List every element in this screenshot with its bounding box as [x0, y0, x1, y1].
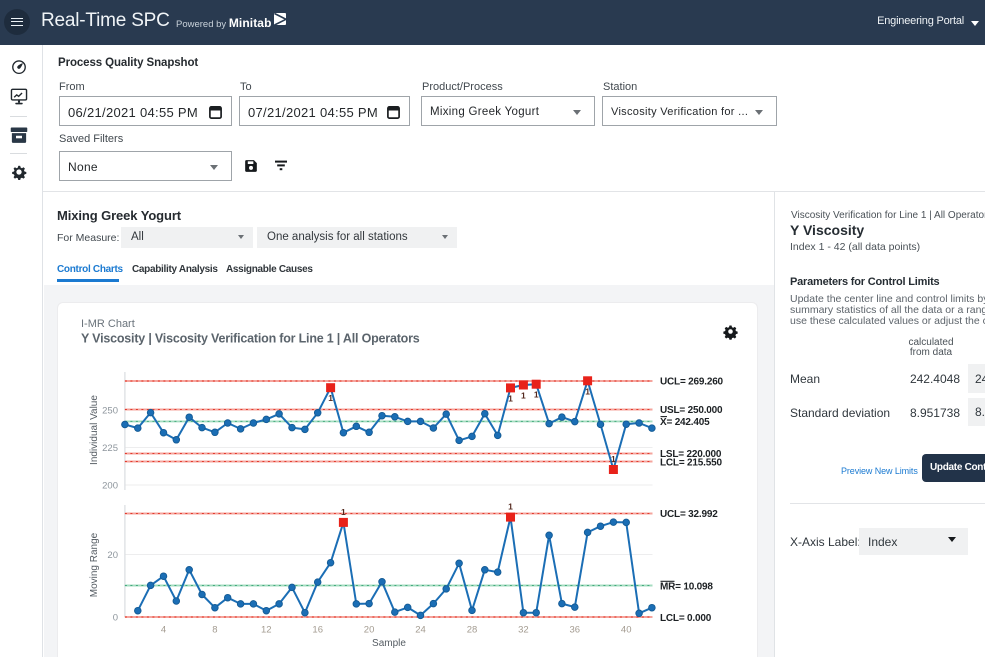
- svg-text:UCL= 32.992: UCL= 32.992: [660, 509, 718, 520]
- svg-text:1: 1: [508, 393, 513, 403]
- svg-text:40: 40: [621, 625, 632, 636]
- svg-text:1: 1: [585, 386, 590, 396]
- svg-text:12: 12: [261, 625, 272, 636]
- svg-text:LCL= 0.000: LCL= 0.000: [660, 613, 712, 624]
- svg-text:Y Viscosity | Viscosity Verifi: Y Viscosity | Viscosity Verification for…: [81, 332, 420, 346]
- svg-text:X= 242.405: X= 242.405: [660, 417, 710, 428]
- svg-text:USL= 250.000: USL= 250.000: [660, 405, 723, 416]
- svg-text:1: 1: [611, 454, 616, 464]
- svg-text:1: 1: [521, 391, 526, 401]
- svg-text:LCL= 215.550: LCL= 215.550: [660, 458, 722, 469]
- svg-text:250: 250: [102, 406, 118, 417]
- svg-text:8: 8: [212, 625, 217, 636]
- svg-text:16: 16: [312, 625, 323, 636]
- svg-text:UCL= 269.260: UCL= 269.260: [660, 377, 724, 388]
- svg-text:1: 1: [508, 502, 513, 512]
- svg-text:20: 20: [364, 625, 375, 636]
- svg-text:36: 36: [570, 625, 581, 636]
- svg-text:1: 1: [328, 393, 333, 403]
- svg-text:20: 20: [107, 550, 118, 561]
- svg-text:Moving Range: Moving Range: [89, 532, 100, 597]
- svg-text:200: 200: [102, 481, 118, 492]
- svg-text:24: 24: [415, 625, 426, 636]
- svg-text:1: 1: [341, 507, 346, 517]
- svg-text:I-MR Chart: I-MR Chart: [81, 318, 135, 330]
- svg-text:225: 225: [102, 443, 118, 454]
- svg-text:Sample: Sample: [372, 638, 406, 649]
- svg-text:1: 1: [534, 390, 539, 400]
- svg-text:Individual Value: Individual Value: [89, 395, 100, 465]
- svg-text:0: 0: [113, 613, 118, 624]
- svg-text:32: 32: [518, 625, 529, 636]
- svg-text:4: 4: [161, 625, 166, 636]
- svg-text:MR= 10.098: MR= 10.098: [660, 582, 713, 593]
- svg-text:28: 28: [467, 625, 478, 636]
